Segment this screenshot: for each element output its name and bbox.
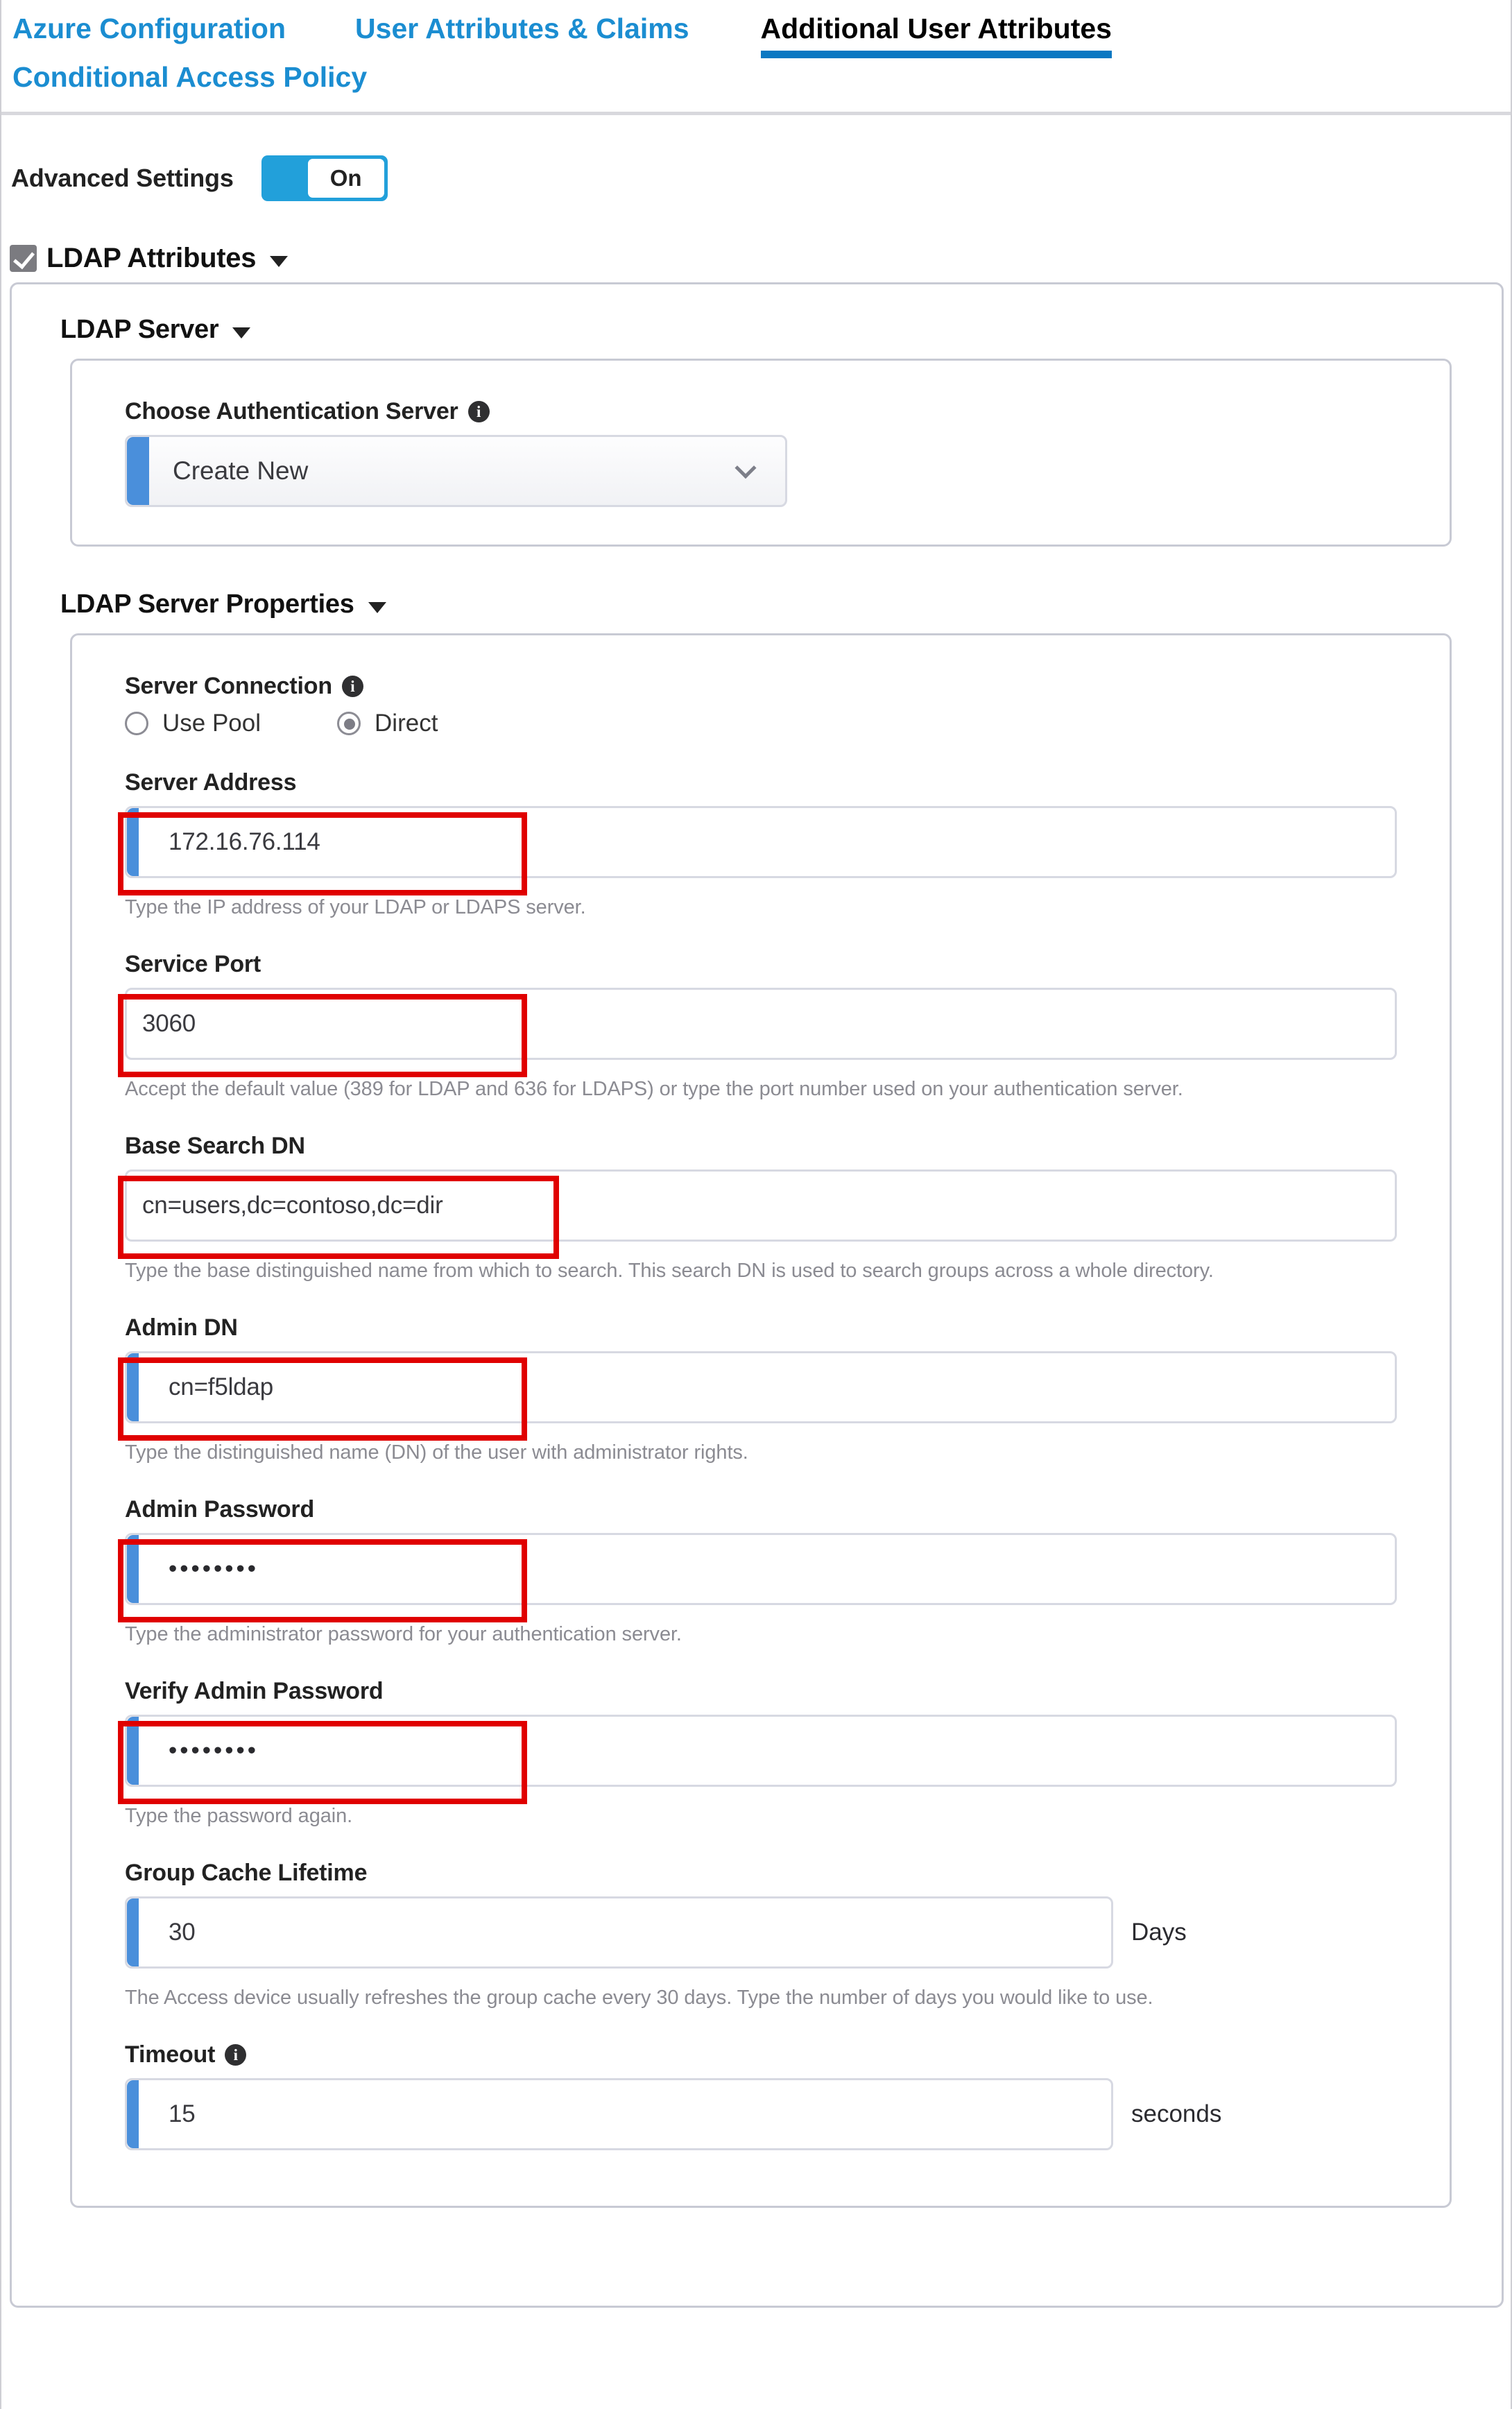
- ldap-attributes-checkbox[interactable]: [10, 245, 37, 272]
- timeout-block: Timeout i 15 seconds: [125, 2041, 1397, 2150]
- server-address-input[interactable]: 172.16.76.114: [125, 806, 1397, 878]
- input-accent-bar: [127, 808, 139, 876]
- admin-password-block: Admin Password •••••••• Type the adminis…: [118, 1496, 1397, 1646]
- ldap-server-properties-card: Server Connection i Use Pool Direct Serv…: [70, 633, 1452, 2208]
- admin-dn-block: Admin DN cn=f5ldap Type the distinguishe…: [118, 1314, 1397, 1464]
- select-accent-bar: [127, 437, 149, 505]
- server-address-help: Type the IP address of your LDAP or LDAP…: [125, 896, 586, 918]
- base-search-dn-input[interactable]: cn=users,dc=contoso,dc=dir: [125, 1169, 1397, 1242]
- radio-use-pool[interactable]: Use Pool: [125, 710, 261, 737]
- radio-direct-label: Direct: [375, 710, 438, 737]
- verify-admin-password-block: Verify Admin Password •••••••• Type the …: [118, 1678, 1397, 1828]
- service-port-label: Service Port: [125, 951, 261, 977]
- ldap-server-card: Choose Authentication Server i Create Ne…: [70, 359, 1452, 547]
- tab-row-secondary: Conditional Access Policy: [1, 60, 1511, 94]
- server-connection-label-row: Server Connection i: [125, 673, 1397, 700]
- chevron-down-icon[interactable]: [368, 601, 386, 613]
- timeout-label-row: Timeout i: [125, 2041, 1397, 2068]
- info-icon[interactable]: i: [225, 2044, 247, 2066]
- timeout-input[interactable]: 15: [125, 2078, 1113, 2150]
- ldap-attributes-title: LDAP Attributes: [46, 243, 257, 273]
- admin-dn-input[interactable]: cn=f5ldap: [125, 1351, 1397, 1423]
- service-port-input[interactable]: 3060: [125, 988, 1397, 1060]
- service-port-block: Service Port 3060 Accept the default val…: [118, 951, 1397, 1101]
- radio-dot-selected: [337, 712, 361, 735]
- input-accent-bar: [127, 1535, 139, 1603]
- timeout-row: 15 seconds: [125, 2078, 1397, 2150]
- tab-bar: Azure Configuration User Attributes & Cl…: [1, 0, 1511, 115]
- ldap-server-properties-title: LDAP Server Properties: [60, 590, 354, 619]
- tab-conditional-access-policy[interactable]: Conditional Access Policy: [12, 60, 367, 94]
- group-cache-lifetime-help: The Access device usually refreshes the …: [125, 1987, 1153, 2009]
- server-address-block: Server Address 172.16.76.114 Type the IP…: [118, 769, 1397, 919]
- ldap-attributes-header: LDAP Attributes: [10, 243, 1511, 274]
- server-address-label: Server Address: [125, 769, 297, 796]
- advanced-settings-row: Advanced Settings On: [11, 155, 1511, 201]
- info-icon[interactable]: i: [341, 676, 363, 697]
- base-search-dn-block: Base Search DN cn=users,dc=contoso,dc=di…: [118, 1133, 1397, 1283]
- admin-password-value: ••••••••: [169, 1555, 259, 1582]
- verify-admin-password-input[interactable]: ••••••••: [125, 1715, 1397, 1787]
- auth-server-selected-value: Create New: [173, 456, 309, 485]
- auth-server-select[interactable]: Create New: [125, 435, 787, 507]
- group-cache-lifetime-unit: Days: [1131, 1919, 1187, 1946]
- server-connection-block: Server Connection i Use Pool Direct: [125, 673, 1397, 737]
- base-search-dn-help: Type the base distinguished name from wh…: [125, 1260, 1214, 1282]
- advanced-settings-label: Advanced Settings: [11, 164, 234, 192]
- chevron-down-icon[interactable]: [270, 255, 289, 267]
- radio-dot: [125, 712, 148, 735]
- server-address-value: 172.16.76.114: [169, 828, 320, 855]
- radio-use-pool-label: Use Pool: [162, 710, 261, 737]
- advanced-settings-toggle[interactable]: On: [261, 155, 388, 201]
- group-cache-lifetime-row: 30 Days: [125, 1896, 1397, 1969]
- tab-user-attributes-claims[interactable]: User Attributes & Claims: [355, 11, 689, 46]
- base-search-dn-label: Base Search DN: [125, 1133, 305, 1159]
- base-search-dn-value: cn=users,dc=contoso,dc=dir: [142, 1192, 443, 1219]
- service-port-value: 3060: [142, 1010, 196, 1037]
- verify-admin-password-help: Type the password again.: [125, 1805, 353, 1827]
- info-icon[interactable]: i: [467, 401, 490, 422]
- input-accent-bar: [127, 1353, 139, 1421]
- chevron-down-icon[interactable]: [232, 327, 251, 338]
- server-connection-radio-row: Use Pool Direct: [125, 710, 1397, 737]
- admin-password-help: Type the administrator password for your…: [125, 1623, 682, 1645]
- group-cache-lifetime-block: Group Cache Lifetime 30 Days The Access …: [125, 1860, 1397, 2009]
- auth-server-label: Choose Authentication Server: [125, 398, 458, 425]
- group-cache-lifetime-label: Group Cache Lifetime: [125, 1860, 368, 1886]
- page-body: Advanced Settings On LDAP Attributes LDA…: [1, 155, 1511, 2308]
- ldap-properties-fields: Server Connection i Use Pool Direct Serv…: [72, 673, 1450, 2150]
- advanced-settings-toggle-state: On: [307, 159, 384, 198]
- verify-admin-password-value: ••••••••: [169, 1737, 259, 1764]
- page-root: Azure Configuration User Attributes & Cl…: [0, 0, 1512, 2409]
- ldap-attributes-panel: LDAP Server Choose Authentication Server…: [10, 282, 1504, 2308]
- admin-dn-value: cn=f5ldap: [169, 1373, 273, 1400]
- ldap-server-header: LDAP Server: [60, 315, 1502, 345]
- admin-dn-help: Type the distinguished name (DN) of the …: [125, 1441, 748, 1464]
- input-accent-bar: [127, 2080, 139, 2148]
- group-cache-lifetime-input[interactable]: 30: [125, 1896, 1113, 1969]
- timeout-unit: seconds: [1131, 2100, 1222, 2127]
- radio-direct[interactable]: Direct: [337, 710, 438, 737]
- ldap-server-title: LDAP Server: [60, 315, 219, 344]
- auth-server-label-row: Choose Authentication Server i: [125, 398, 1397, 425]
- input-accent-bar: [127, 1717, 139, 1785]
- ldap-server-properties-header: LDAP Server Properties: [60, 590, 1502, 619]
- tab-azure-configuration[interactable]: Azure Configuration: [12, 11, 286, 46]
- admin-password-label: Admin Password: [125, 1496, 315, 1523]
- service-port-help: Accept the default value (389 for LDAP a…: [125, 1078, 1183, 1100]
- admin-password-input[interactable]: ••••••••: [125, 1533, 1397, 1605]
- server-connection-label: Server Connection: [125, 673, 332, 699]
- tab-row-primary: Azure Configuration User Attributes & Cl…: [1, 11, 1511, 59]
- auth-server-field-wrap: Choose Authentication Server i Create Ne…: [72, 398, 1450, 507]
- chevron-down-icon[interactable]: [734, 457, 757, 479]
- timeout-label: Timeout: [125, 2041, 216, 2068]
- tab-additional-user-attributes[interactable]: Additional User Attributes: [760, 11, 1112, 59]
- input-accent-bar: [127, 1898, 139, 1966]
- verify-admin-password-label: Verify Admin Password: [125, 1678, 384, 1704]
- admin-dn-label: Admin DN: [125, 1314, 238, 1341]
